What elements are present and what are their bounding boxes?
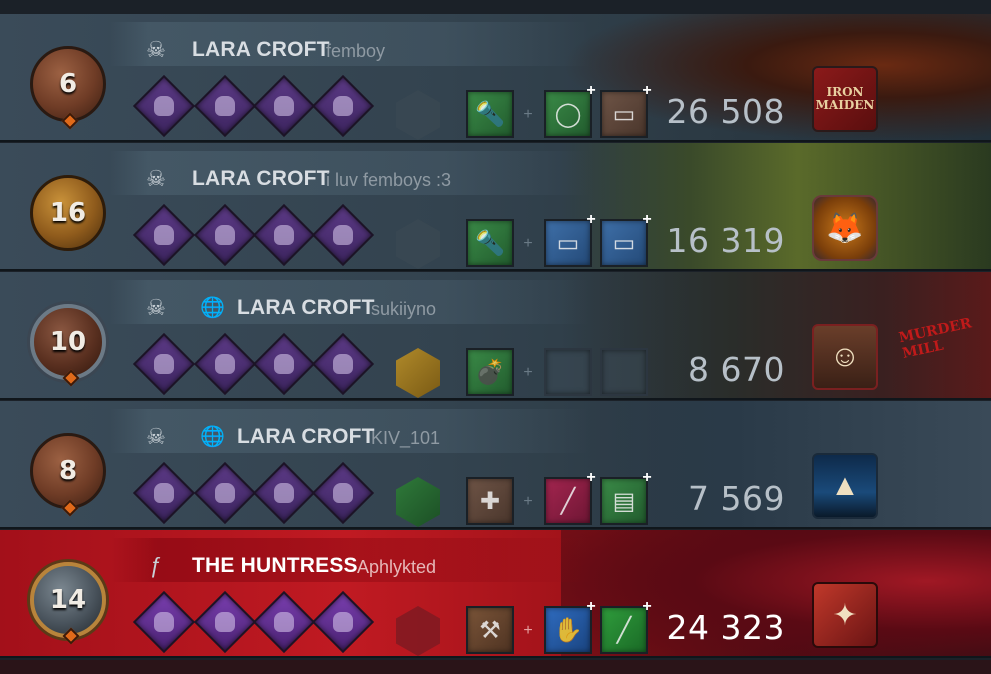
score: 16 319 (666, 221, 785, 260)
perk-icon[interactable] (252, 74, 316, 138)
score: 8 670 (688, 350, 785, 389)
medkit-item[interactable]: ✚ (466, 477, 514, 525)
huntress-portrait-icon[interactable]: ✦ (812, 582, 878, 648)
player-row[interactable]: 8 ☠ 🌐 LARA CROFT KIV_101 ✚ + ╱ + ▤ + 7 569… (0, 401, 991, 529)
perk-icon[interactable] (132, 590, 196, 654)
level-badge: 6 (30, 46, 106, 130)
fox-charm-icon[interactable]: 🦊 (812, 195, 878, 261)
level-badge: 14 (30, 562, 106, 645)
level-badge: 10 (30, 304, 106, 387)
perk-icon[interactable] (311, 74, 375, 138)
score: 24 323 (666, 608, 785, 647)
player-row[interactable]: 6 ☠ LARA CROFT femboy 🔦 + ◯ + ▭ + 26 508 I… (0, 14, 991, 142)
perk-icon[interactable] (252, 590, 316, 654)
player-name[interactable]: sukiiyno (371, 299, 436, 320)
grenade-item[interactable]: 💣 (466, 348, 514, 396)
survivor-icon: ☠ (146, 295, 166, 320)
perk-icon[interactable] (193, 74, 257, 138)
battery-addon[interactable]: ▭ + (544, 212, 596, 267)
perk-icon[interactable] (132, 332, 196, 396)
plus-icon: + (523, 622, 533, 639)
player-row[interactable]: 16 ☠ LARA CROFT i luv femboys :3 🔦 + ▭ + … (0, 143, 991, 271)
flashlight-item[interactable]: 🔦 (466, 90, 514, 138)
addon-slot-empty (600, 348, 648, 396)
offering-slot-empty (396, 90, 440, 140)
stick-addon[interactable]: ╱ + (600, 599, 652, 654)
perk-icon[interactable] (193, 461, 257, 525)
score: 26 508 (666, 92, 785, 131)
player-name[interactable]: i luv femboys :3 (326, 170, 451, 191)
perk-icon[interactable] (311, 203, 375, 267)
killer-row[interactable]: 14 ƒ THE HUNTRESS Aphlykted ⚒ + ✋ + ╱ + 24… (0, 530, 991, 658)
addon-slot-empty (544, 348, 592, 396)
perk-icon[interactable] (311, 332, 375, 396)
killer-icon: ƒ (149, 553, 163, 578)
character-name: LARA CROFT (237, 425, 375, 448)
plus-icon: + (523, 106, 533, 123)
battery-addon[interactable]: ▭ + (600, 83, 652, 138)
level-badge: 16 (30, 175, 106, 251)
bulb-addon[interactable]: ◯ + (544, 83, 596, 138)
offering-slot-empty (396, 606, 440, 656)
globe-icon: 🌐 (200, 426, 225, 448)
character-name: THE HUNTRESS (192, 554, 358, 577)
plus-icon: + (523, 493, 533, 510)
character-name: LARA CROFT (192, 38, 330, 61)
flashlight-item[interactable]: 🔦 (466, 219, 514, 267)
hatchet-power-icon[interactable]: ⚒ (466, 606, 514, 654)
battery-addon[interactable]: ▭ + (600, 212, 652, 267)
character-name: LARA CROFT (237, 296, 375, 319)
character-name: LARA CROFT (192, 167, 330, 190)
perk-icon[interactable] (311, 590, 375, 654)
player-name[interactable]: Aphlykted (357, 557, 436, 578)
iron-maiden-charm-icon[interactable]: IRON MAIDEN (812, 66, 878, 132)
bandage-addon[interactable]: ▤ + (600, 470, 652, 525)
level-badge: 8 (30, 433, 106, 517)
lara-portrait-icon[interactable]: ☺ (812, 324, 878, 390)
cake-offering-icon[interactable] (396, 477, 440, 527)
player-name[interactable]: KIV_101 (371, 428, 440, 449)
scoreboard: 6 ☠ LARA CROFT femboy 🔦 + ◯ + ▭ + 26 508 I… (0, 0, 991, 674)
perk-icon[interactable] (132, 461, 196, 525)
survivor-icon: ☠ (146, 37, 166, 62)
perk-icon[interactable] (311, 461, 375, 525)
player-name[interactable]: femboy (326, 41, 385, 62)
lighthouse-charm-icon[interactable]: ▲ (812, 453, 878, 519)
survivor-icon: ☠ (146, 166, 166, 191)
player-row[interactable]: 10 ☠ 🌐 LARA CROFT sukiiyno 💣 + 8 670 ☺ M… (0, 272, 991, 400)
bread-offering-icon[interactable] (396, 348, 440, 398)
plus-icon: + (523, 364, 533, 381)
perk-icon[interactable] (252, 203, 316, 267)
plus-icon: + (523, 235, 533, 252)
perk-icon[interactable] (132, 203, 196, 267)
offering-slot-empty (396, 219, 440, 269)
perk-icon[interactable] (193, 332, 257, 396)
survivor-icon: ☠ (146, 424, 166, 449)
perk-icon[interactable] (252, 332, 316, 396)
bottom-strip (0, 660, 991, 674)
globe-icon: 🌐 (200, 297, 225, 319)
perk-icon[interactable] (132, 74, 196, 138)
perk-icon[interactable] (252, 461, 316, 525)
gloves-addon[interactable]: ✋ + (544, 599, 596, 654)
perk-icon[interactable] (193, 590, 257, 654)
score: 7 569 (688, 479, 785, 518)
perk-icon[interactable] (193, 203, 257, 267)
syringe-addon[interactable]: ╱ + (544, 470, 596, 525)
